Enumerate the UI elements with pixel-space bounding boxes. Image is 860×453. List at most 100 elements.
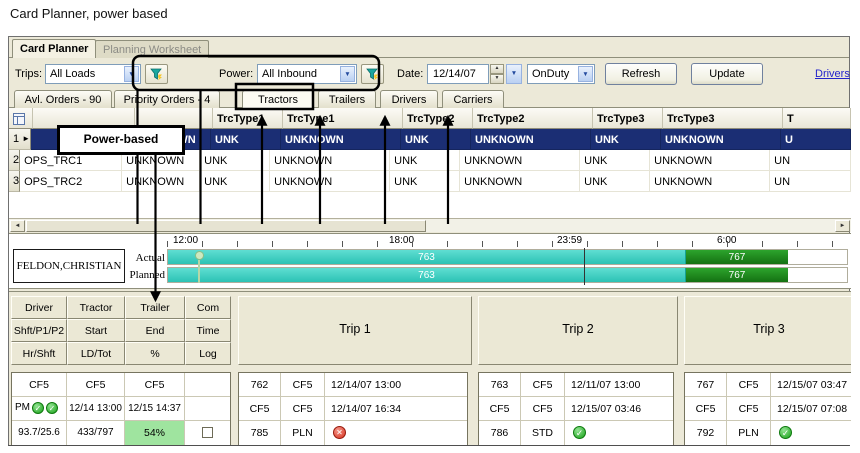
duty-select[interactable]: OnDuty ▼ (527, 64, 595, 84)
cell[interactable]: UNKNOWN (460, 171, 580, 192)
hdr-hrshft: Hr/Shft (11, 342, 67, 365)
cell: 12/11/07 13:00 (565, 373, 673, 397)
dropdown-arrow-icon[interactable]: ▼ (340, 66, 355, 82)
trips-label: Trips: (15, 68, 42, 80)
cell[interactable]: UNK (200, 171, 270, 192)
tab-tractors[interactable]: Tractors (242, 90, 314, 108)
power-filter-button[interactable] (361, 64, 384, 84)
timeline-marker-line (198, 260, 200, 283)
scroll-left-icon[interactable]: ◄ (10, 220, 25, 232)
filter-funnel-icon (150, 68, 163, 81)
cell[interactable]: UNKNOWN (650, 171, 770, 192)
table-row[interactable]: 3 OPS_TRC2 UNKNOWN UNK UNKNOWN UNK UNKNO… (9, 171, 851, 192)
hdr-driver: Driver (11, 296, 67, 319)
planned-row-label: Planned (127, 269, 165, 281)
tab-carriers[interactable]: Carriers (442, 90, 504, 108)
page-title: Card Planner, power based (10, 6, 168, 21)
trip-bar-767[interactable]: 767 (686, 268, 788, 282)
update-button[interactable]: Update (691, 63, 763, 85)
log-checkbox[interactable] (202, 427, 213, 438)
hdr-trailer: Trailer (125, 296, 185, 319)
horizontal-scrollbar[interactable]: ◄ ► (9, 218, 851, 232)
cell[interactable]: UNKNOWN (471, 129, 591, 150)
cell[interactable]: UNK (580, 171, 650, 192)
dropdown-arrow-icon[interactable]: ▼ (578, 66, 593, 82)
tab-trailers[interactable]: Trailers (318, 90, 376, 108)
hdr-end: End (125, 319, 185, 342)
cell: 786 (479, 421, 521, 445)
cell[interactable]: UNKNOWN (270, 150, 390, 171)
cell[interactable]: UNK (211, 129, 281, 150)
date-dropdown-arrow-icon[interactable]: ▼ (506, 64, 522, 84)
trip3-card[interactable]: 767 CF5 12/15/07 03:47 CF5 CF5 12/15/07 … (684, 372, 851, 445)
date-field[interactable]: 12/14/07 (427, 64, 489, 84)
tab-card-planner[interactable]: Card Planner (12, 39, 96, 58)
column-header-trctype1[interactable]: TrcType1 (213, 108, 283, 129)
cell[interactable]: UNK (390, 150, 460, 171)
grid-corner-button[interactable] (9, 108, 33, 129)
cell[interactable]: UNKNOWN (650, 150, 770, 171)
tab-planning-worksheet[interactable]: Planning Worksheet (95, 40, 209, 58)
column-header-trctype3[interactable]: TrcType3 (663, 108, 783, 129)
trip1-header: Trip 1 (238, 296, 472, 365)
cell: 12/14/07 16:34 (325, 397, 467, 421)
cell[interactable]: UNK (580, 150, 650, 171)
cell[interactable]: UNKNOWN (270, 171, 390, 192)
status-cell: ✕ (325, 421, 467, 445)
refresh-button[interactable]: Refresh (605, 63, 677, 85)
cell[interactable]: UNK (591, 129, 661, 150)
driver-name-box: FELDON,CHRISTIAN (13, 249, 125, 283)
trip-bar-767[interactable]: 767 (686, 250, 788, 264)
tab-priority-orders[interactable]: Priority Orders - 4 (114, 90, 220, 108)
cell[interactable]: UNK (390, 171, 460, 192)
cell: PLN (727, 421, 771, 445)
trips-filter-button[interactable] (145, 64, 168, 84)
row-selector[interactable]: 3 (9, 171, 20, 192)
cell: CF5 (727, 373, 771, 397)
trips-select[interactable]: All Loads ▼ (45, 64, 141, 84)
row-selector[interactable]: 1 ► (9, 129, 31, 150)
trip1-card[interactable]: 762 CF5 12/14/07 13:00 CF5 CF5 12/14/07 … (238, 372, 468, 445)
cell[interactable]: UNK (200, 150, 270, 171)
percent-cell: 54% (125, 421, 185, 445)
spinner-up-icon[interactable]: ▲ (490, 64, 504, 74)
driver-card[interactable]: CF5 CF5 CF5 PM ✓ ✓ 12/14 13:00 12/15 14:… (11, 372, 231, 445)
column-header[interactable]: T (783, 108, 851, 129)
cell[interactable]: UN (770, 150, 851, 171)
row-selector[interactable]: 2 (9, 150, 20, 171)
drivers-link[interactable]: Drivers (815, 68, 850, 80)
tab-avl-orders[interactable]: Avl. Orders - 90 (14, 90, 112, 108)
cell[interactable]: OPS_TRC2 (20, 171, 122, 192)
trip-bar-763[interactable]: 763 (168, 250, 686, 264)
dropdown-arrow-icon[interactable]: ▼ (124, 66, 139, 82)
tab-drivers[interactable]: Drivers (380, 90, 438, 108)
trip-bar-763[interactable]: 763 (168, 268, 686, 282)
column-header-trctype2[interactable]: TrcType2 (473, 108, 593, 129)
trip2-card[interactable]: 763 CF5 12/11/07 13:00 CF5 CF5 12/15/07 … (478, 372, 674, 445)
actual-row-label: Actual (127, 252, 165, 264)
power-select[interactable]: All Inbound ▼ (257, 64, 357, 84)
cell[interactable]: UNKNOWN (460, 150, 580, 171)
cell[interactable]: UNKNOWN (281, 129, 401, 150)
midnight-divider-line (584, 248, 585, 285)
cell[interactable]: UN (770, 171, 851, 192)
scroll-right-icon[interactable]: ► (835, 220, 850, 232)
hdr-tractor: Tractor (67, 296, 125, 319)
log-cell (185, 421, 230, 445)
cell: PLN (281, 421, 325, 445)
column-header-trctype1[interactable]: TrcType1 (283, 108, 403, 129)
cell[interactable]: U (781, 129, 851, 150)
status-cell: ✓ (771, 421, 851, 445)
column-header-trctype3[interactable]: TrcType3 (593, 108, 663, 129)
cell[interactable]: UNKNOWN (122, 171, 200, 192)
cell[interactable]: UNKNOWN (661, 129, 781, 150)
cell (185, 397, 230, 421)
column-header-trctype2[interactable]: TrcType2 (403, 108, 473, 129)
spinner-down-icon[interactable]: ▼ (490, 74, 504, 84)
date-spinner[interactable]: ▲ ▼ (490, 64, 504, 84)
cell[interactable]: UNK (401, 129, 471, 150)
trips-value: All Loads (50, 68, 95, 80)
tick-label: 23:59 (557, 235, 582, 246)
scrollbar-thumb[interactable] (26, 220, 426, 232)
tick-label: 12:00 (173, 235, 198, 246)
